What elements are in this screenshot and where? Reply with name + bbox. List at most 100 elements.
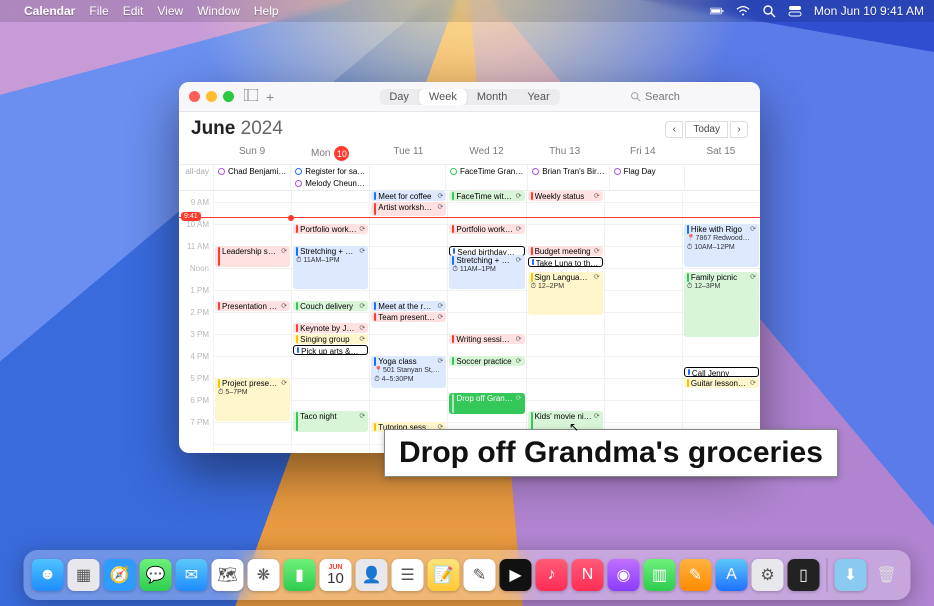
allday-event[interactable]: Melody Cheun… — [292, 178, 368, 189]
new-event-button[interactable]: + — [266, 89, 274, 105]
event[interactable]: Hike with Rigo⟳📍7867 Redwood…⏱ 10AM–12PM — [684, 224, 759, 267]
calendars-toggle-icon[interactable] — [244, 89, 258, 104]
menu-edit[interactable]: Edit — [123, 4, 144, 18]
allday-event[interactable]: Brian Tran's Bir… — [529, 166, 607, 177]
day-column[interactable]: Weekly status⟳ Budget meeting⟳Take Luna t… — [526, 191, 604, 453]
menu-file[interactable]: File — [89, 4, 108, 18]
event[interactable]: Writing sessio…⟳ — [449, 334, 524, 344]
event[interactable]: FaceTime with…⟳ — [449, 191, 524, 201]
day-header[interactable]: Fri 14 — [604, 145, 682, 162]
event[interactable]: Leadership skil…⟳ — [215, 246, 290, 267]
event[interactable]: Soccer practice⟳ — [449, 356, 524, 366]
day-header[interactable]: Tue 11 — [369, 145, 447, 162]
allday-cell[interactable]: Brian Tran's Bir… — [527, 165, 608, 190]
day-header[interactable]: Wed 12 — [447, 145, 525, 162]
app-menu[interactable]: Calendar — [24, 4, 75, 18]
day-column[interactable]: Portfolio work…⟳ Stretching + weights⟳⏱ 1… — [291, 191, 369, 453]
dock-music-icon[interactable]: ♪ — [536, 559, 568, 591]
dock-notes-icon[interactable]: 📝 — [428, 559, 460, 591]
allday-cell[interactable]: Chad Benjami… — [213, 165, 290, 190]
allday-cell[interactable]: FaceTime Gran… — [445, 165, 527, 190]
event[interactable]: Portfolio work…⟳ — [293, 224, 368, 234]
battery-icon[interactable] — [710, 4, 724, 18]
event[interactable]: Portfolio work…⟳ — [449, 224, 524, 234]
dock-maps-icon[interactable]: 🗺 — [212, 559, 244, 591]
allday-event[interactable]: FaceTime Gran… — [447, 166, 526, 177]
window-minimize-button[interactable] — [206, 91, 217, 102]
day-column[interactable] — [604, 191, 682, 453]
day-header[interactable]: Thu 13 — [526, 145, 604, 162]
day-column[interactable]: Leadership skil…⟳ Presentation p…⟳ Project… — [213, 191, 291, 453]
allday-event[interactable]: Chad Benjami… — [215, 166, 289, 177]
event[interactable]: Stretching + weights⟳⏱ 11AM–1PM — [293, 246, 368, 289]
day-column[interactable]: Meet for coffee⟳Artist worksho…⟳ Meet at … — [369, 191, 447, 453]
event[interactable]: Sign Language Club⟳⏱ 12–2PM — [528, 272, 603, 315]
dock-appstore-icon[interactable]: A — [716, 559, 748, 591]
event[interactable]: Singing group⟳ — [293, 334, 368, 344]
window-zoom-button[interactable] — [223, 91, 234, 102]
allday-event[interactable]: Flag Day — [611, 166, 684, 177]
next-week-button[interactable]: › — [730, 121, 748, 138]
event[interactable]: Stretching + weights⟳⏱ 11AM–1PM — [449, 255, 524, 289]
event[interactable]: Meet at the res…⟳ — [371, 301, 446, 311]
search-field[interactable] — [630, 91, 750, 103]
day-column[interactable]: FaceTime with…⟳Portfolio work…⟳Send birt… — [447, 191, 525, 453]
wifi-icon[interactable] — [736, 4, 750, 18]
event[interactable]: Take Luna to th… — [528, 257, 603, 267]
view-day[interactable]: Day — [379, 89, 419, 105]
day-header[interactable]: Mon 10 — [291, 145, 369, 162]
menu-help[interactable]: Help — [254, 4, 279, 18]
dock-facetime-icon[interactable]: ▮ — [284, 559, 316, 591]
prev-week-button[interactable]: ‹ — [665, 121, 683, 138]
allday-cell[interactable] — [684, 165, 760, 190]
event[interactable]: Meet for coffee⟳ — [371, 191, 446, 201]
dock-safari-icon[interactable]: 🧭 — [104, 559, 136, 591]
menubar-clock[interactable]: Mon Jun 10 9:41 AM — [814, 4, 924, 18]
event[interactable]: Presentation p…⟳ — [215, 301, 290, 311]
week-grid[interactable]: 9:41 9 AM10 AM11 AMNoon1 PM2 PM3 PM4 PM5… — [179, 191, 760, 453]
event[interactable]: Team presenta…⟳ — [371, 312, 446, 322]
dock-freeform-icon[interactable]: ✎ — [464, 559, 496, 591]
dock-podcasts-icon[interactable]: ◉ — [608, 559, 640, 591]
dock-news-icon[interactable]: N — [572, 559, 604, 591]
window-close-button[interactable] — [189, 91, 200, 102]
dock-contacts-icon[interactable]: 👤 — [356, 559, 388, 591]
dock-iphone-mirroring-icon[interactable]: ▯ — [788, 559, 820, 591]
event[interactable]: Budget meeting⟳ — [528, 246, 603, 256]
spotlight-icon[interactable] — [762, 4, 776, 18]
event-selected[interactable]: Drop off Grandma's groceries⟳ — [449, 393, 524, 414]
event[interactable]: Couch delivery⟳ — [293, 301, 368, 311]
dock-settings-icon[interactable]: ⚙︎ — [752, 559, 784, 591]
event[interactable]: Keynote by Ja…⟳ — [293, 323, 368, 333]
day-header[interactable]: Sun 9 — [213, 145, 291, 162]
event[interactable]: Project presentations⟳⏱ 5–7PM — [215, 378, 290, 421]
view-year[interactable]: Year — [517, 89, 559, 105]
today-button[interactable]: Today — [685, 121, 728, 138]
menu-window[interactable]: Window — [197, 4, 240, 18]
dock-reminders-icon[interactable]: ☰ — [392, 559, 424, 591]
dock-messages-icon[interactable]: 💬 — [140, 559, 172, 591]
event[interactable]: Call Jenny — [684, 367, 759, 377]
dock-trash-icon[interactable]: 🗑 — [871, 559, 903, 591]
view-month[interactable]: Month — [467, 89, 518, 105]
dock-calendar-icon[interactable]: JUN10 — [320, 559, 352, 591]
view-week[interactable]: Week — [419, 89, 467, 105]
event[interactable]: Taco night⟳ — [293, 411, 368, 432]
allday-event[interactable]: Register for sa… — [292, 166, 368, 177]
allday-cell[interactable]: Flag Day — [609, 165, 685, 190]
menu-view[interactable]: View — [157, 4, 183, 18]
dock-numbers-icon[interactable]: ▥ — [644, 559, 676, 591]
dock-pages-icon[interactable]: ✎ — [680, 559, 712, 591]
dock-photos-icon[interactable]: ❋ — [248, 559, 280, 591]
dock-launchpad-icon[interactable]: ▦ — [68, 559, 100, 591]
event[interactable]: Pick up arts &… — [293, 345, 368, 355]
day-column[interactable]: Hike with Rigo⟳📍7867 Redwood…⏱ 10AM–12PM… — [682, 191, 760, 453]
control-center-icon[interactable] — [788, 4, 802, 18]
event[interactable]: Family picnic⟳⏱ 12–3PM — [684, 272, 759, 337]
dock-downloads-icon[interactable]: ⬇︎ — [835, 559, 867, 591]
event[interactable]: Artist worksho…⟳ — [371, 202, 446, 216]
event[interactable]: Weekly status⟳ — [528, 191, 603, 201]
allday-cell[interactable] — [369, 165, 445, 190]
dock-tv-icon[interactable]: ▶︎ — [500, 559, 532, 591]
dock-finder-icon[interactable]: ☻ — [32, 559, 64, 591]
